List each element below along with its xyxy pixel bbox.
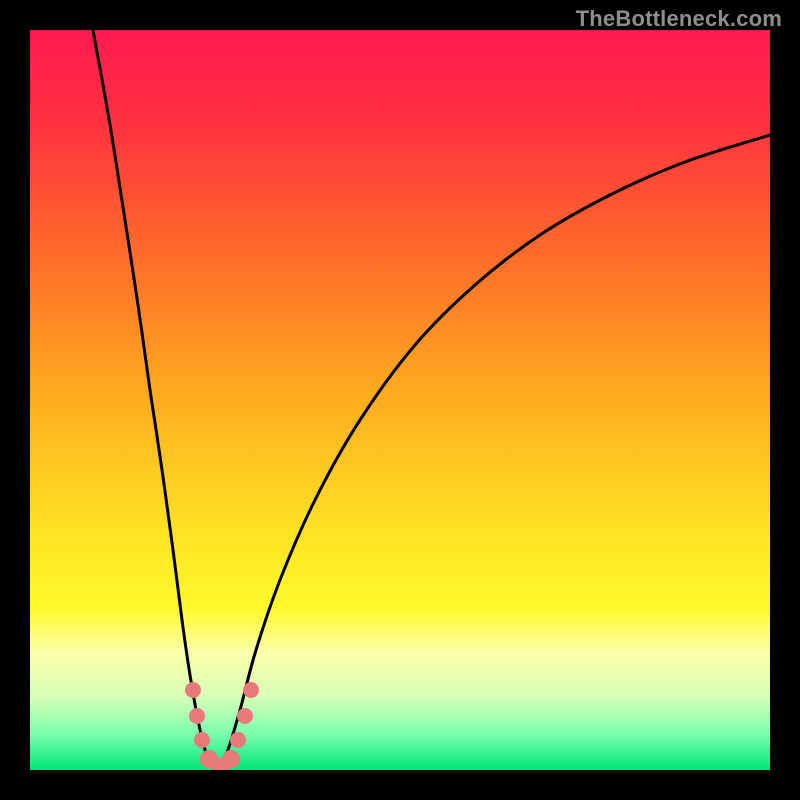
curve-marker bbox=[194, 732, 210, 748]
curve-right-branch bbox=[220, 135, 770, 770]
curve-marker bbox=[185, 682, 201, 698]
plot-area bbox=[30, 30, 770, 770]
curve-left-branch bbox=[93, 30, 220, 770]
curve-marker bbox=[189, 708, 205, 724]
curve-marker bbox=[237, 708, 253, 724]
bottleneck-curve bbox=[30, 30, 770, 770]
curve-marker bbox=[222, 750, 240, 768]
chart-frame: TheBottleneck.com bbox=[0, 0, 800, 800]
curve-marker bbox=[243, 682, 259, 698]
marker-group bbox=[185, 682, 259, 770]
watermark-text: TheBottleneck.com bbox=[576, 6, 782, 32]
curve-marker bbox=[230, 732, 246, 748]
